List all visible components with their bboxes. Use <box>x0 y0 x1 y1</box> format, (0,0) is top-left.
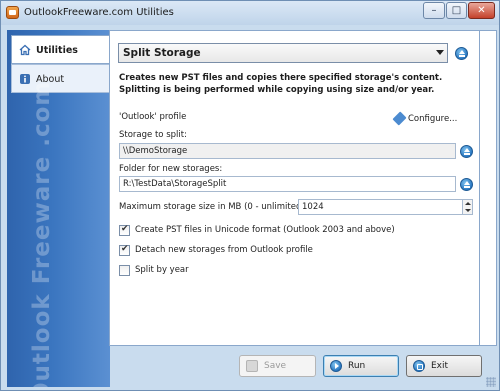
app-icon <box>6 6 19 19</box>
save-button[interactable]: Save <box>239 355 316 377</box>
unicode-label: Create PST files in Unicode format (Outl… <box>135 225 395 235</box>
tag-icon <box>392 111 407 126</box>
max-size-value: 1024 <box>302 202 324 212</box>
utility-description: Creates new PST files and copies there s… <box>119 73 443 95</box>
minimize-button[interactable]: – <box>423 2 445 19</box>
save-icon <box>246 360 258 372</box>
window-title: OutlookFreeware.com Utilities <box>24 7 174 18</box>
split-by-year-checkbox[interactable] <box>119 265 130 276</box>
unicode-checkbox[interactable] <box>119 224 130 236</box>
main-window: OutlookFreeware.com Utilities – □ ✕ Util… <box>0 0 500 391</box>
chevron-down-icon <box>436 50 444 55</box>
folder-field[interactable]: R:\TestData\StorageSplit <box>119 176 456 192</box>
brand-watermark: Outlook Freeware .com <box>29 80 55 387</box>
home-icon <box>19 44 31 56</box>
exit-label: Exit <box>431 361 449 371</box>
tab-utilities-label: Utilities <box>36 45 78 56</box>
resize-grip[interactable] <box>486 377 496 387</box>
exit-button[interactable]: Exit <box>406 355 482 377</box>
maximize-button[interactable]: □ <box>446 2 467 19</box>
utility-dropdown[interactable]: Split Storage <box>118 43 448 63</box>
detach-label: Detach new storages from Outlook profile <box>135 245 313 255</box>
storage-to-split-label: Storage to split: <box>119 130 187 140</box>
close-button[interactable]: ✕ <box>468 2 495 19</box>
stepper-down-icon[interactable] <box>465 209 471 212</box>
collapse-up-button[interactable] <box>455 47 468 60</box>
play-icon <box>330 360 342 372</box>
folder-label: Folder for new storages: <box>119 164 223 174</box>
save-label: Save <box>264 361 287 371</box>
storage-to-split-field[interactable]: \\DemoStorage <box>119 143 456 159</box>
profile-label: 'Outlook' profile <box>119 112 187 122</box>
title-bar[interactable]: OutlookFreeware.com Utilities – □ ✕ <box>1 1 499 25</box>
utility-panel: Split Storage Creates new PST files and … <box>109 30 480 346</box>
max-size-label: Maximum storage size in MB (0 - unlimite… <box>119 202 308 212</box>
configure-label: Configure... <box>408 114 458 124</box>
run-button[interactable]: Run <box>323 355 399 377</box>
configure-link[interactable]: Configure... <box>392 111 458 126</box>
max-size-stepper[interactable]: 1024 <box>298 199 473 215</box>
select-storage-button[interactable] <box>460 145 473 158</box>
panel-scrollbar[interactable] <box>480 30 497 346</box>
tab-about[interactable]: About <box>11 64 110 93</box>
stop-icon <box>413 360 425 372</box>
detach-checkbox[interactable] <box>119 244 130 256</box>
run-label: Run <box>348 361 366 371</box>
utility-dropdown-value: Split Storage <box>123 47 201 59</box>
tab-utilities[interactable]: Utilities <box>11 35 110 64</box>
split-by-year-label: Split by year <box>135 265 189 275</box>
stepper-arrows[interactable] <box>462 200 472 214</box>
sidebar: Utilities About Outlook Freeware .com <box>7 30 110 387</box>
browse-folder-button[interactable] <box>460 178 473 191</box>
stepper-up-icon[interactable] <box>465 202 471 205</box>
